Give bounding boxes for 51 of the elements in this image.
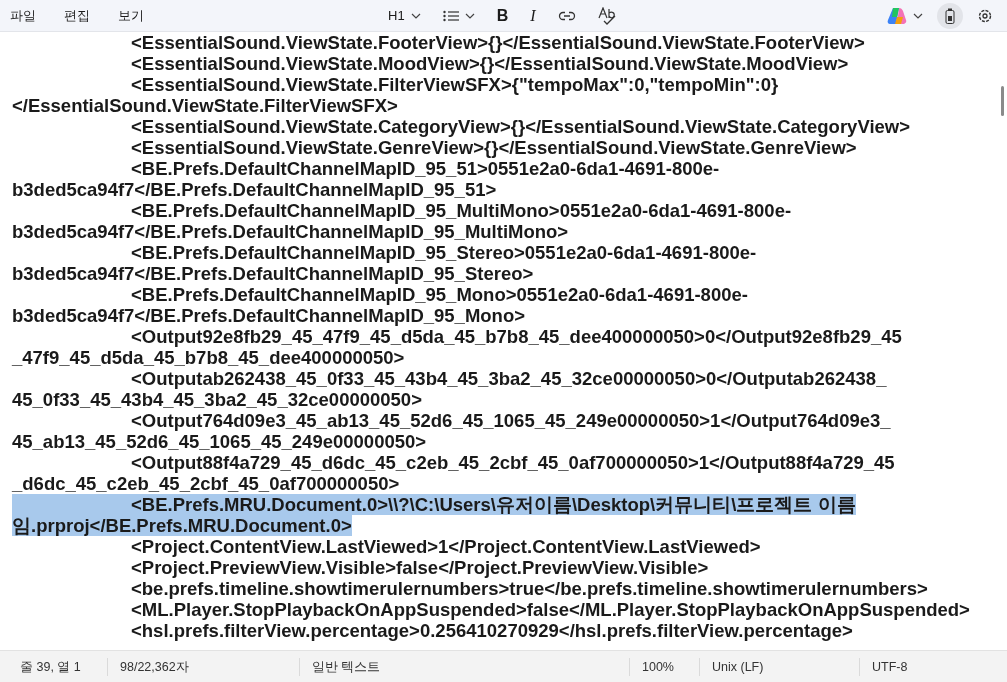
text-line: <be.prefs.timeline.showtimerulernumbers>true</be.prefs.timeline.showtimerulernumbers>	[130, 578, 928, 599]
text-line: <BE.Prefs.DefaultChannelMapID_95_51>0551e2a0-6da1-4691-800e-	[130, 158, 720, 179]
text-line: <Project.PreviewView.Visible>false</Project.PreviewView.Visible>	[130, 557, 709, 578]
line-ending[interactable]: Unix (LF)	[700, 657, 860, 676]
menu-item[interactable]: 보기	[112, 2, 158, 29]
text-line: <EssentialSound.ViewState.GenreView>{}</EssentialSound.ViewState.GenreView>	[130, 137, 857, 158]
heading-dropdown[interactable]: H1	[384, 4, 425, 27]
caret-icon	[410, 12, 421, 19]
bold-button[interactable]: B	[492, 2, 513, 29]
link-icon	[557, 10, 576, 21]
settings-icon	[977, 7, 993, 24]
spellcheck-icon	[597, 6, 618, 25]
text-line: b3ded5ca94f7</BE.Prefs.DefaultChannelMapID_95_51>	[12, 179, 497, 200]
text-line: <ML.Player.StopPlaybackOnAppSuspended>false</ML.Player.StopPlaybackOnAppSuspended>	[130, 599, 970, 620]
battery-icon	[945, 7, 955, 24]
text-line: 45_ab13_45_52d6_45_1065_45_249e00000050>	[12, 431, 427, 452]
text-line: <BE.Prefs.DefaultChannelMapID_95_MultiMono>0551e2a0-6da1-4691-800e-	[130, 200, 792, 221]
scrollbar-thumb[interactable]	[1001, 86, 1004, 116]
copilot-icon	[887, 6, 907, 25]
text-line: <EssentialSound.ViewState.FilterViewSFX>{"tempoMax":0,"tempoMin":0}	[130, 74, 779, 95]
text-line: <BE.Prefs.DefaultChannelMapID_95_Mono>0551e2a0-6da1-4691-800e-	[130, 284, 748, 305]
text-line: <Output88f4a729_45_d6dc_45_c2eb_45_2cbf_45_0af700000050>1</Output88f4a729_45	[130, 452, 895, 473]
caret-icon	[913, 12, 923, 19]
text-line: <EssentialSound.ViewState.CategoryView>{}</EssentialSound.ViewState.CategoryView>	[130, 116, 910, 137]
text-line: <Output764d09e3_45_ab13_45_52d6_45_1065_45_249e00000050>1</Output764d09e3_	[130, 410, 891, 431]
encoding[interactable]: UTF-8	[860, 657, 1007, 676]
menu-item[interactable]: 파일	[4, 2, 50, 29]
zoom-level[interactable]: 100%	[630, 657, 700, 676]
text-line: <Output92e8fb29_45_47f9_45_d5da_45_b7b8_45_dee400000050>0</Output92e8fb29_45	[130, 326, 902, 347]
caret-icon	[464, 12, 475, 19]
text-line: <BE.Prefs.DefaultChannelMapID_95_Stereo>0551e2a0-6da1-4691-800e-	[130, 242, 757, 263]
file-format: 일반 텍스트	[300, 657, 630, 676]
text-line: <EssentialSound.ViewState.FooterView>{}</EssentialSound.ViewState.FooterView>	[130, 32, 865, 53]
cursor-position: 줄 39, 열 1	[0, 657, 108, 676]
text-line: b3ded5ca94f7</BE.Prefs.DefaultChannelMapID_95_Mono>	[12, 305, 526, 326]
list-icon	[442, 9, 459, 22]
text-line: b3ded5ca94f7</BE.Prefs.DefaultChannelMapID_95_Stereo>	[12, 263, 534, 284]
text-line: <Outputab262438_45_0f33_45_43b4_45_3ba2_45_32ce00000050>0</Outputab262438_	[130, 368, 887, 389]
text-line: 45_0f33_45_43b4_45_3ba2_45_32ce00000050>	[12, 389, 422, 410]
battery-button[interactable]	[937, 2, 963, 29]
heading-label: H1	[388, 8, 405, 23]
italic-button[interactable]: I	[526, 2, 540, 29]
character-count: 98/22,362자	[108, 657, 300, 676]
menu-item[interactable]: 편집	[58, 2, 104, 29]
text-line: <Project.ContentView.LastViewed>1</Project.ContentView.LastViewed>	[130, 536, 761, 557]
text-line: _47f9_45_d5da_45_b7b8_45_dee400000050>	[12, 347, 405, 368]
text-line: <EssentialSound.ViewState.MoodView>{}</EssentialSound.ViewState.MoodView>	[130, 53, 849, 74]
text-line: _d6dc_45_c2eb_45_2cbf_45_0af700000050>	[12, 473, 400, 494]
text-line: </EssentialSound.ViewState.FilterViewSFX>	[12, 95, 398, 116]
text-line: b3ded5ca94f7</BE.Prefs.DefaultChannelMapID_95_MultiMono>	[12, 221, 569, 242]
text-line: <hsl.prefs.filterView.percentage>0.256410270929</hsl.prefs.filterView.percentage>	[130, 620, 853, 641]
